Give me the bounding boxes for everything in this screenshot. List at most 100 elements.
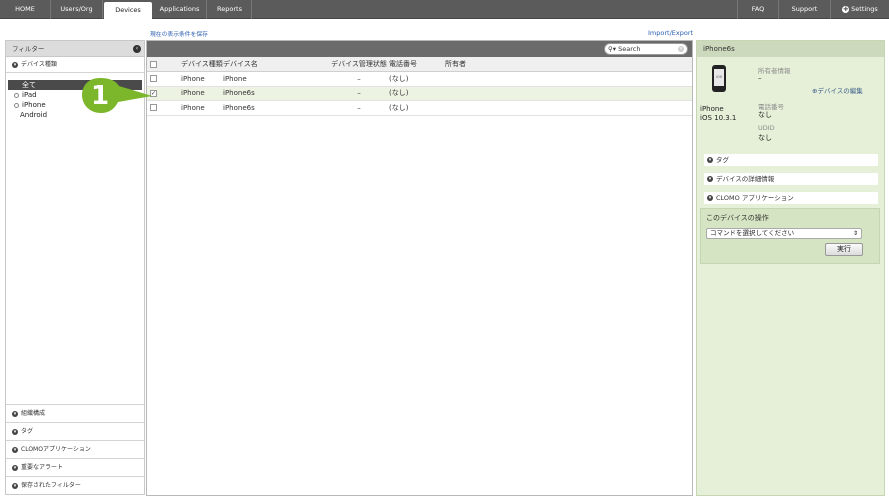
- sidebar-bottom-sections: ▾ 組織構成 ▾ タグ ▾ CLOMOアプリケーション ▾ 重要なアラート ▾ 保存された…: [6, 404, 144, 494]
- cell-phone: (なし): [389, 89, 409, 98]
- expand-icon: ▾: [12, 446, 18, 453]
- section-device-type-label: デバイス種類: [21, 61, 57, 68]
- gear-icon: ✚: [842, 5, 850, 13]
- tab-home[interactable]: HOME: [0, 0, 51, 19]
- detail-section-clomo-apps[interactable]: ▾ CLOMO アプリケーション: [704, 192, 878, 204]
- iphone-icon: iOS: [712, 65, 726, 92]
- command-select[interactable]: コマンドを選択してください ⇕: [706, 228, 862, 239]
- select-all-cell: [147, 57, 175, 72]
- collapse-icon[interactable]: ‹: [133, 45, 141, 53]
- cell-status: –: [357, 89, 361, 98]
- section-device-type[interactable]: ▾ デバイス種類: [6, 57, 144, 73]
- expand-icon: ▾: [12, 482, 18, 489]
- owner-value: –: [758, 74, 762, 82]
- cell-name: iPhone: [223, 74, 247, 83]
- nav-faq[interactable]: FAQ: [737, 0, 779, 19]
- table-toolbar: ⚲▾ Search ×: [147, 41, 692, 57]
- device-detail-panel: iPhone6s iOS iPhone iOS 10.3.1 所有者情報 – ⊕…: [696, 40, 885, 496]
- expand-icon: ▾: [707, 157, 713, 163]
- section-saved-filters[interactable]: ▾ 保存されたフィルター: [6, 476, 144, 494]
- col-device-name[interactable]: デバイス名: [223, 57, 321, 72]
- expand-circle-icon: [14, 92, 19, 98]
- filter-item-ipad-label: iPad: [22, 91, 37, 99]
- command-select-value: コマンドを選択してください: [710, 229, 795, 237]
- section-clomo-apps-label: CLOMOアプリケーション: [21, 446, 91, 453]
- filter-item-iphone-label: iPhone: [22, 101, 46, 109]
- cell-type: iPhone: [181, 74, 205, 83]
- expand-icon: ▾: [12, 464, 18, 471]
- device-list-panel: ⚲▾ Search × デバイス種類 デバイス名 デバイス管理状態 電話番号 所…: [146, 40, 693, 496]
- detail-section-tag[interactable]: ▾ タグ: [704, 154, 878, 166]
- callout-number: 1: [91, 81, 109, 111]
- cell-phone: (なし): [389, 103, 409, 112]
- cell-type: iPhone: [181, 89, 205, 98]
- top-nav: HOME Users/Org Devices Applications Repo…: [0, 0, 889, 19]
- device-operations: このデバイスの操作 コマンドを選択してください ⇕ 実行: [700, 208, 880, 264]
- select-all-checkbox[interactable]: [150, 60, 157, 68]
- udid-label: UDID: [758, 124, 775, 132]
- owner-label: 所有者情報: [758, 67, 791, 75]
- detail-title: iPhone6s: [697, 41, 884, 57]
- tab-applications[interactable]: Applications: [153, 0, 207, 19]
- section-org-label: 組織構成: [21, 410, 46, 417]
- section-clomo-apps[interactable]: ▾ CLOMOアプリケーション: [6, 440, 144, 458]
- table-header-row: デバイス種類 デバイス名 デバイス管理状態 電話番号 所有者: [147, 57, 692, 72]
- col-phone[interactable]: 電話番号: [389, 57, 445, 72]
- expand-icon: ▾: [12, 428, 18, 435]
- device-os: iOS 10.3.1: [700, 114, 737, 122]
- section-alerts-label: 重要なアラート: [21, 464, 64, 471]
- section-saved-filters-label: 保存されたフィルター: [21, 482, 81, 489]
- cell-status: –: [357, 74, 361, 83]
- edit-device-label: デバイスの編集: [817, 87, 863, 95]
- import-export-link[interactable]: Import/Export: [648, 29, 693, 37]
- edit-device-link[interactable]: ⊕デバイスの編集: [812, 85, 863, 95]
- sidebar-title: フィルター: [12, 45, 45, 53]
- col-device-type[interactable]: デバイス種類: [175, 57, 223, 72]
- cell-name: iPhone6s: [223, 89, 255, 98]
- table-row[interactable]: iPhone iPhone6s – (なし): [147, 101, 692, 116]
- col-management-status[interactable]: デバイス管理状態: [321, 57, 389, 72]
- ios-label: iOS: [714, 69, 724, 86]
- detail-section-device-info-label: デバイスの詳細情報: [716, 175, 775, 183]
- sidebar-header: フィルター ‹: [6, 41, 144, 57]
- detail-section-device-info[interactable]: ▾ デバイスの詳細情報: [704, 173, 878, 185]
- nav-settings[interactable]: ✚ Settings: [831, 0, 889, 19]
- device-model: iPhone: [700, 105, 724, 113]
- expand-icon: ▾: [12, 410, 18, 417]
- settings-label: Settings: [851, 5, 878, 13]
- device-table: デバイス種類 デバイス名 デバイス管理状態 電話番号 所有者 iPhone iP…: [147, 57, 692, 116]
- udid-value: なし: [758, 134, 772, 142]
- step-callout: 1: [82, 78, 152, 113]
- detail-section-clomo-apps-label: CLOMO アプリケーション: [716, 194, 794, 202]
- table-row[interactable]: iPhone iPhone – (なし): [147, 72, 692, 86]
- section-tag[interactable]: ▾ タグ: [6, 422, 144, 440]
- expand-icon: ▾: [707, 176, 713, 182]
- section-alerts[interactable]: ▾ 重要なアラート: [6, 458, 144, 476]
- section-org[interactable]: ▾ 組織構成: [6, 404, 144, 422]
- cell-status: –: [357, 103, 361, 112]
- nav-support[interactable]: Support: [779, 0, 831, 19]
- tab-users-org[interactable]: Users/Org: [51, 0, 103, 19]
- search-icon: ⚲▾: [608, 45, 617, 53]
- execute-button[interactable]: 実行: [825, 243, 863, 256]
- cell-phone: (なし): [389, 74, 409, 83]
- detail-section-tag-label: タグ: [716, 156, 729, 164]
- cell-owner: [445, 101, 692, 116]
- table-row[interactable]: ✓ iPhone iPhone6s – (なし): [147, 86, 692, 101]
- tab-reports[interactable]: Reports: [208, 0, 252, 19]
- search-input[interactable]: ⚲▾ Search ×: [604, 43, 688, 55]
- save-filter-link[interactable]: 現在の表示条件を保存: [150, 29, 208, 38]
- chevron-updown-icon: ⇕: [852, 230, 858, 237]
- search-placeholder: Search: [618, 45, 641, 53]
- expand-circle-icon: [14, 102, 19, 108]
- cell-name: iPhone6s: [223, 103, 255, 112]
- operations-title: このデバイスの操作: [706, 214, 769, 222]
- phone-value: なし: [758, 111, 772, 119]
- cell-type: iPhone: [181, 103, 205, 112]
- col-owner[interactable]: 所有者: [445, 57, 692, 72]
- section-tag-label: タグ: [21, 428, 34, 435]
- clear-search-icon[interactable]: ×: [678, 46, 684, 52]
- expand-icon: ▾: [707, 195, 713, 201]
- tab-devices[interactable]: Devices: [104, 2, 152, 19]
- expand-icon: ▾: [12, 61, 18, 68]
